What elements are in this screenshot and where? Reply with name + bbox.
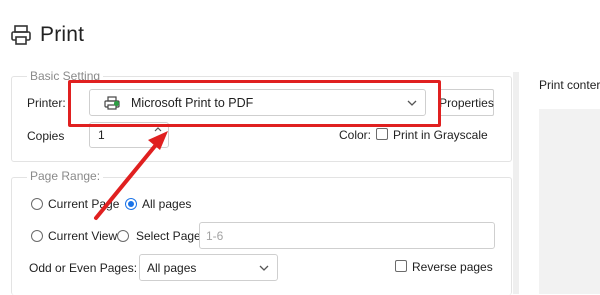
select-page-input[interactable]: 1-6 (199, 222, 495, 249)
panel-divider[interactable] (513, 72, 519, 294)
copies-stepper[interactable]: 1 (89, 122, 169, 148)
printer-status-icon (104, 96, 120, 110)
page-title: Print (40, 23, 85, 46)
current-view-radio[interactable] (31, 230, 43, 242)
preview-area (539, 109, 600, 294)
select-page-label: Select Page: (136, 229, 205, 243)
printer-icon (11, 25, 31, 45)
stepper-up-icon[interactable] (154, 127, 162, 132)
copies-label: Copies (27, 129, 65, 143)
reverse-pages-checkbox[interactable] (395, 260, 407, 272)
odd-even-value: All pages (147, 261, 197, 275)
chevron-down-icon (407, 100, 417, 106)
current-page-radio[interactable] (31, 198, 43, 210)
page-range-legend: Page Range: (27, 169, 104, 183)
printer-select-value: Microsoft Print to PDF (131, 96, 254, 110)
odd-even-label: Odd or Even Pages: (29, 261, 138, 275)
printer-select[interactable]: Microsoft Print to PDF (89, 89, 426, 116)
all-pages-label: All pages (142, 197, 192, 211)
all-pages-radio[interactable] (125, 198, 137, 210)
current-view-label: Current View (48, 229, 118, 243)
current-page-label: Current Page (48, 197, 120, 211)
odd-even-select[interactable]: All pages (139, 254, 278, 281)
basic-setting-legend: Basic Setting (27, 69, 104, 83)
color-label: Color: (339, 128, 372, 142)
grayscale-checkbox[interactable] (376, 128, 388, 140)
preview-label: Print conter (539, 78, 600, 92)
dialog-title: Print (10, 20, 84, 50)
grayscale-label: Print in Grayscale (393, 128, 488, 142)
properties-button[interactable]: Properties (439, 89, 494, 116)
copies-value: 1 (98, 128, 105, 142)
chevron-down-icon (259, 265, 269, 271)
printer-label: Printer: (27, 96, 66, 110)
reverse-pages-label: Reverse pages (412, 260, 493, 274)
select-page-radio[interactable] (117, 230, 129, 242)
